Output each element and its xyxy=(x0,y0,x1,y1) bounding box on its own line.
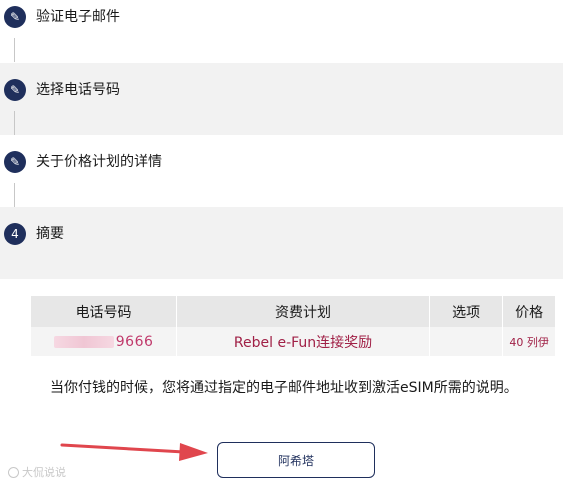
phone-number: 9666 xyxy=(115,333,154,350)
redacted-blur xyxy=(53,335,114,348)
column-header-phone: 电话号码 xyxy=(31,296,178,327)
step-connector xyxy=(14,38,15,62)
step-verify-email[interactable]: ✎ 验证电子邮件 xyxy=(0,0,563,62)
pencil-icon: ✎ xyxy=(4,6,26,28)
watermark: 大侃说说 xyxy=(8,464,66,480)
option-cell xyxy=(429,327,504,356)
table-row: 9666 Rebel e-Fun连接奖励 40 列伊 xyxy=(31,327,556,356)
watermark-logo-icon xyxy=(8,466,19,478)
column-header-plan: 资费计划 xyxy=(176,296,430,327)
pencil-icon: ✎ xyxy=(4,79,26,101)
pencil-icon: ✎ xyxy=(4,151,26,173)
step-label: 关于价格计划的详情 xyxy=(36,154,162,170)
next-button[interactable]: 阿希塔 xyxy=(217,442,375,478)
step-connector xyxy=(14,183,15,207)
column-header-price: 价格 xyxy=(502,296,556,327)
step-label: 验证电子邮件 xyxy=(36,9,120,25)
column-header-option: 选项 xyxy=(429,296,504,327)
step-connector xyxy=(14,111,15,135)
payment-note: 当你付钱的时候，您将通过指定的电子邮件地址收到激活eSIM所需的说明。 xyxy=(50,380,518,396)
watermark-text: 大侃说说 xyxy=(22,466,66,479)
arrow-annotation-icon xyxy=(60,443,208,461)
table-header-row: 电话号码 资费计划 选项 价格 xyxy=(31,296,556,327)
step-plan-details[interactable]: ✎ 关于价格计划的详情 xyxy=(0,135,563,207)
phone-cell: 9666 xyxy=(31,327,178,356)
step-number-badge: 4 xyxy=(4,223,26,245)
summary-table: 电话号码 资费计划 选项 价格 9666 Rebel e-Fun连接奖励 40 … xyxy=(31,296,556,356)
step-label: 选择电话号码 xyxy=(36,82,120,98)
step-choose-number[interactable]: ✎ 选择电话号码 xyxy=(0,63,563,135)
step-label: 摘要 xyxy=(36,226,64,242)
plan-cell: Rebel e-Fun连接奖励 xyxy=(176,327,430,356)
price-cell: 40 列伊 xyxy=(502,327,556,356)
step-summary: 4 摘要 xyxy=(0,207,563,279)
